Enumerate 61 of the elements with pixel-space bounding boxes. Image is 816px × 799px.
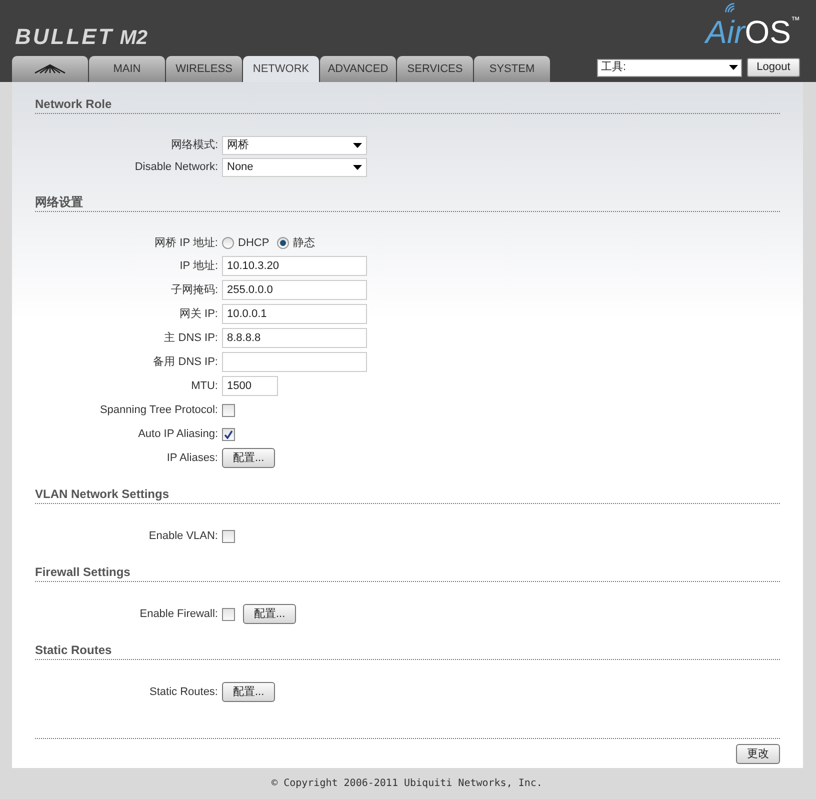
section-heading: Static Routes [35, 642, 780, 660]
config-button[interactable]: 配置... [243, 604, 296, 624]
section-heading: VLAN Network Settings [35, 486, 780, 504]
tools-dropdown[interactable]: 工具: [597, 58, 742, 76]
text-field[interactable]: 10.10.3.20 [222, 256, 367, 276]
apply-button[interactable]: 更改 [736, 744, 780, 764]
checkmark-icon [224, 430, 233, 438]
radio-label: DHCP [238, 236, 270, 251]
nav-tab[interactable]: SYSTEM [474, 56, 550, 82]
text-field[interactable]: 8.8.8.8 [222, 328, 367, 348]
section-heading: Firewall Settings [35, 564, 780, 582]
nav-tab[interactable]: WIRELESS [166, 56, 242, 82]
field-label: Disable Network: [134, 160, 218, 175]
field-label: 网络模式: [170, 138, 218, 153]
dropdown-arrow-icon [353, 142, 362, 148]
field-label: 主 DNS IP: [163, 330, 218, 346]
config-button[interactable]: 配置... [222, 682, 276, 702]
field-label: 子网掩码: [170, 282, 218, 298]
text-field[interactable] [222, 352, 367, 372]
field-label: IP Aliases: [166, 450, 218, 466]
logout-button[interactable]: Logout [747, 58, 800, 77]
logo-tab[interactable] [12, 56, 88, 82]
dropdown-field[interactable]: None [222, 158, 367, 176]
dish-logo-icon [34, 64, 66, 74]
field-label: Spanning Tree Protocol: [98, 402, 218, 418]
text-field[interactable]: 1500 [222, 376, 278, 396]
trademark-mark: ™ [791, 16, 800, 25]
dropdown-field[interactable]: 网桥 [222, 136, 367, 154]
dropdown-arrow-icon [353, 164, 362, 170]
checkbox[interactable] [222, 608, 235, 620]
checkbox[interactable] [222, 404, 235, 416]
dropdown-arrow-icon [729, 65, 738, 70]
field-label: 网关 IP: [178, 306, 218, 322]
radio-button[interactable] [222, 237, 234, 249]
field-label: MTU: [190, 378, 218, 394]
field-label: IP 地址: [178, 258, 218, 274]
checkbox[interactable] [222, 530, 235, 542]
copyright-text: © Copyright 2006-2011 Ubiquiti Networks, Inc. [272, 777, 542, 791]
nav-tab[interactable]: ADVANCED [320, 56, 396, 82]
nav-tab[interactable]: NETWORK [243, 56, 319, 82]
field-label: Enable VLAN: [148, 528, 218, 544]
product-name: BULLET [15, 26, 114, 48]
text-field[interactable]: 10.0.0.1 [222, 304, 367, 324]
section-heading: Network Role [35, 96, 780, 114]
text-field[interactable]: 255.0.0.0 [222, 280, 367, 300]
config-button[interactable]: 配置... [222, 448, 276, 468]
model-name: M2 [120, 28, 148, 48]
field-label: Enable Firewall: [138, 606, 218, 622]
field-label: Auto IP Aliasing: [137, 426, 218, 442]
brand-air: Air [706, 16, 745, 48]
nav-tab[interactable]: MAIN [89, 56, 165, 82]
radio-button[interactable] [277, 237, 290, 249]
field-label: Static Routes: [148, 684, 218, 700]
brand-os: OS [744, 16, 791, 48]
field-label: 网桥 IP 地址: [154, 236, 218, 251]
section-heading: 网络设置 [35, 194, 780, 212]
field-label: 备用 DNS IP: [152, 354, 218, 370]
checkbox[interactable] [222, 428, 235, 440]
radio-label: 静态 [293, 236, 316, 251]
nav-tab[interactable]: SERVICES [397, 56, 473, 82]
wifi-icon [724, 2, 736, 14]
